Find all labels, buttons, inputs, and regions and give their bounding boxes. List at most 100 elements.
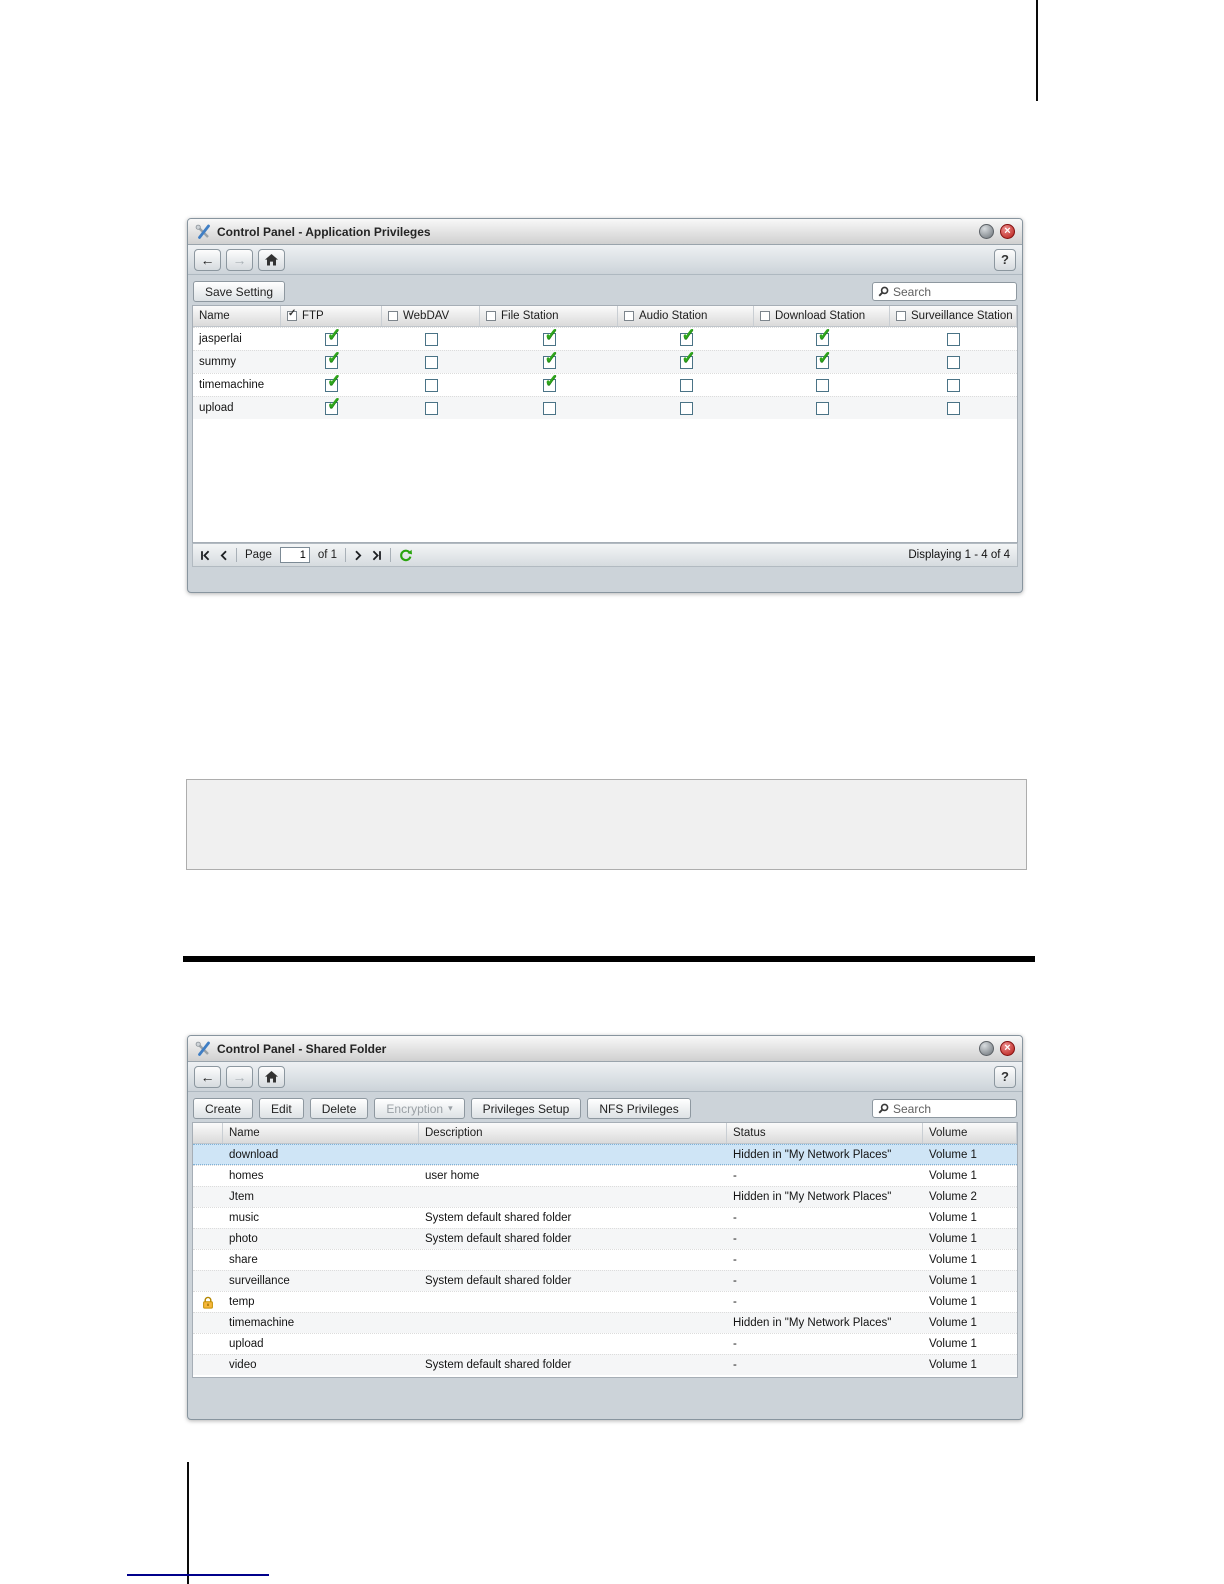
column-header-status[interactable]: Status [727,1123,923,1143]
file_station-cell [480,351,618,373]
folder-description: user home [425,1170,480,1182]
encryption-button[interactable]: Encryption ▾ [374,1098,465,1119]
create-button[interactable]: Create [193,1098,254,1119]
folder-status-icon-cell [193,1145,223,1164]
window-shared-folder: Control Panel - Shared Folder × ← → ? Cr… [187,1035,1023,1420]
nav-toolbar: ← → ? [188,245,1022,275]
surveillance_station-checkbox[interactable] [947,355,960,369]
webdav-checkbox[interactable] [424,378,438,392]
folder-description [419,1250,727,1270]
first-page-button[interactable] [200,550,211,561]
last-page-button[interactable] [371,550,382,561]
delete-button[interactable]: Delete [309,1098,369,1119]
shared-folder-row-homes[interactable]: homes user home - Volume 1 [193,1165,1017,1186]
ftp-checkbox[interactable] [325,374,341,392]
audio_station-checkbox[interactable] [679,351,696,369]
download_station-checkbox[interactable] [815,351,832,369]
audio_station-checkbox[interactable] [679,378,693,392]
file_station-checkbox[interactable] [542,401,556,415]
displaying-status: Displaying 1 - 4 of 4 [908,549,1010,561]
column-header-file_station[interactable]: File Station [480,306,618,326]
webdav-checkbox[interactable] [424,401,438,415]
help-button[interactable]: ? [994,1065,1016,1088]
window-title: Control Panel - Shared Folder [217,1041,387,1056]
privileges-setup-button[interactable]: Privileges Setup [470,1098,582,1119]
webdav-checkbox[interactable] [424,332,438,346]
webdav-cell [382,328,480,350]
user-name: jasperlai [199,333,242,345]
privilege-row-upload[interactable]: upload [193,396,1017,419]
download_station-checkbox[interactable] [815,378,829,392]
file_station-select-all-checkbox[interactable] [486,311,496,321]
webdav-checkbox[interactable] [424,355,438,369]
refresh-button[interactable] [399,549,413,562]
privilege-row-timemachine[interactable]: timemachine [193,373,1017,396]
audio_station-checkbox[interactable] [679,401,693,415]
ftp-checkbox[interactable] [325,351,341,369]
ftp-select-all-checkbox[interactable] [287,308,297,321]
ftp-checkbox[interactable] [325,328,341,346]
home-button[interactable] [258,1065,285,1088]
ftp-checkbox[interactable] [325,397,341,415]
column-header-audio_station[interactable]: Audio Station [618,306,754,326]
forward-button[interactable]: → [226,248,253,271]
page-number-input[interactable] [279,547,310,563]
shared-folder-row-timemachine[interactable]: timemachine Hidden in "My Network Places"… [193,1312,1017,1333]
column-header-ftp[interactable]: FTP [281,306,382,326]
file_station-checkbox[interactable] [542,374,559,392]
privilege-row-jasperlai[interactable]: jasperlai [193,327,1017,350]
audio_station-select-all-checkbox[interactable] [624,311,634,321]
close-button[interactable]: × [1000,224,1015,239]
nfs-privileges-button[interactable]: NFS Privileges [587,1098,691,1119]
back-button[interactable]: ← [194,1065,221,1088]
prev-page-button[interactable] [219,550,228,561]
file_station-checkbox[interactable] [542,328,559,346]
shared-folder-row-share[interactable]: share - Volume 1 [193,1249,1017,1270]
edit-button[interactable]: Edit [259,1098,304,1119]
download_station-select-all-checkbox[interactable] [760,311,770,321]
surveillance_station-checkbox[interactable] [947,332,960,346]
surveillance_station-select-all-checkbox[interactable] [896,311,906,321]
column-header-description[interactable]: Description [419,1123,727,1143]
search-input[interactable]: Search [872,1099,1017,1118]
privilege-row-summy[interactable]: summy [193,350,1017,373]
shared-folder-row-music[interactable]: music System default shared folder - Volume… [193,1207,1017,1228]
file_station-checkbox[interactable] [542,351,559,369]
titlebar[interactable]: Control Panel - Shared Folder × [188,1036,1022,1062]
shared-folder-row-surveillance[interactable]: surveillance System default shared folder… [193,1270,1017,1291]
shared-folder-row-photo[interactable]: photo System default shared folder - Volume… [193,1228,1017,1249]
shared-folder-row-temp[interactable]: temp - Volume 1 [193,1291,1017,1312]
shared-folder-row-Jtem[interactable]: Jtem Hidden in "My Network Places" Volume … [193,1186,1017,1207]
download_station-cell [754,374,890,396]
surveillance_station-checkbox[interactable] [947,401,960,415]
surveillance_station-checkbox[interactable] [947,378,960,392]
audio_station-checkbox[interactable] [679,328,696,346]
column-header-name[interactable]: Name [193,306,281,326]
home-icon [265,253,278,265]
forward-button[interactable]: → [226,1065,253,1088]
next-page-button[interactable] [354,550,363,561]
save-setting-button[interactable]: Save Setting [193,281,286,302]
minimize-button[interactable] [979,1041,994,1056]
shared-folder-row-upload[interactable]: upload - Volume 1 [193,1333,1017,1354]
close-button[interactable]: × [1000,1041,1015,1056]
column-header-download_station[interactable]: Download Station [754,306,890,326]
page-of-label: of 1 [317,549,338,561]
column-header-name[interactable]: Name [223,1123,419,1143]
shared-folder-row-video[interactable]: video System default shared folder - Volume… [193,1354,1017,1375]
download_station-checkbox[interactable] [815,328,832,346]
download_station-checkbox[interactable] [815,401,829,415]
help-button[interactable]: ? [994,248,1016,271]
column-header-surveillance_station[interactable]: Surveillance Station [890,306,1017,326]
file_station-cell [480,328,618,350]
audio_station-cell [618,397,754,419]
search-input[interactable]: Search [872,282,1017,301]
shared-folder-row-download[interactable]: download Hidden in "My Network Places" Vol… [193,1144,1017,1165]
column-header-webdav[interactable]: WebDAV [382,306,480,326]
home-button[interactable] [258,248,285,271]
minimize-button[interactable] [979,224,994,239]
back-button[interactable]: ← [194,248,221,271]
webdav-select-all-checkbox[interactable] [388,311,398,321]
titlebar[interactable]: Control Panel - Application Privileges × [188,219,1022,245]
column-header-volume[interactable]: Volume [923,1123,1017,1143]
